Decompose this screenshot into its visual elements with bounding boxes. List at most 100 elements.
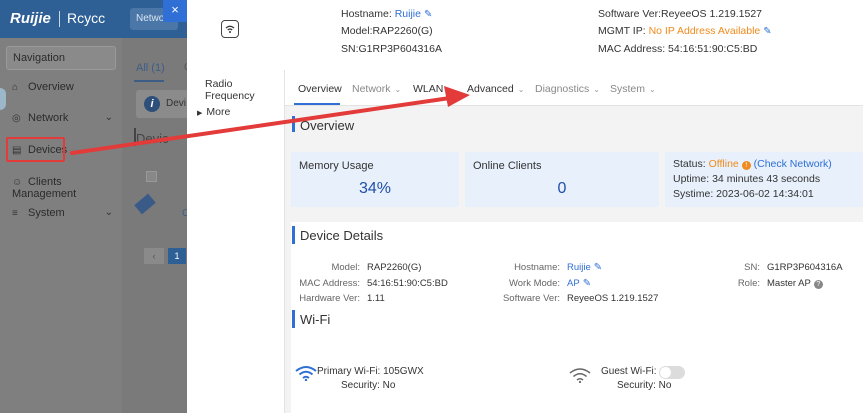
sidebar-item-label: Network xyxy=(28,112,69,124)
device-summary: Hostname: Ruijie ✎ Model:RAP2260(G) SN:G1… xyxy=(187,0,863,70)
ap-device-icon xyxy=(221,20,239,38)
chevron-down-icon: ⌄ xyxy=(447,85,455,94)
tab-network[interactable]: Network ⌄ xyxy=(352,83,401,95)
clients-card: Online Clients 0 xyxy=(465,152,659,207)
role-label: Role: xyxy=(737,278,760,289)
settings-icon: ≡ xyxy=(12,208,18,219)
globe-icon: ◎ xyxy=(12,113,21,124)
tab-label: Network xyxy=(352,83,391,95)
sidebar: Navigation ⌂ Overview ◎ Network ⌄ ▤ Devices… xyxy=(0,38,122,413)
primary-wifi-value: 105GWX xyxy=(383,366,424,377)
section-bar xyxy=(292,310,295,328)
row-checkbox[interactable] xyxy=(146,171,157,182)
software-text: Software Ver:ReyeeOS 1.219.1527 xyxy=(598,8,763,20)
device-details-panel: Device Details Model: RAP2260(G) MAC Add… xyxy=(291,222,863,413)
warning-icon: ! xyxy=(741,161,751,170)
wifi-icon xyxy=(295,365,317,384)
background-main: All (1) C i Devi Devic C ‹ 1 xyxy=(122,38,196,413)
tab-system[interactable]: System ⌄ xyxy=(610,83,656,95)
chevron-down-icon: ⌄ xyxy=(394,85,402,94)
model-text: Model:RAP2260(G) xyxy=(341,25,433,37)
sidebar-item-system[interactable]: ≡ System ⌄ xyxy=(12,207,117,225)
edit-icon[interactable]: ✎ xyxy=(594,262,602,273)
pager-prev-button[interactable]: ‹ xyxy=(144,248,164,264)
status-card: Status: Offline ! (Check Network) Uptime… xyxy=(665,152,863,207)
tab-label: Advanced xyxy=(467,83,514,95)
menu-more[interactable]: ▶ More xyxy=(197,106,230,118)
wifi-title: Wi-Fi xyxy=(300,312,331,327)
tab-label: WLAN xyxy=(413,83,444,95)
devices-highlight-box xyxy=(6,137,65,162)
sidebar-handle[interactable] xyxy=(0,88,6,110)
pager-page-1[interactable]: 1 xyxy=(168,248,186,264)
tab-wlan[interactable]: WLAN ⌄ xyxy=(413,83,454,95)
systime-text: Systime: 2023-06-02 14:34:01 xyxy=(673,188,814,200)
check-network-link[interactable]: (Check Network) xyxy=(754,158,832,170)
guest-security: Security: No xyxy=(617,380,672,391)
caret-right-icon: ▶ xyxy=(197,110,203,117)
active-tab-underline xyxy=(294,103,340,105)
overview-title: Overview xyxy=(300,118,355,133)
sn-detail-value: G1RP3P604316A xyxy=(767,262,843,273)
memory-card: Memory Usage 34% xyxy=(291,152,459,207)
workmode-value: AP xyxy=(567,278,580,289)
navigation-label: Navigation xyxy=(13,52,65,64)
guest-wifi-toggle[interactable] xyxy=(659,366,685,379)
memory-value: 34% xyxy=(358,180,392,197)
sidebar-item-clients[interactable]: ☺ Clients Management xyxy=(12,176,117,200)
hostname-label: Hostname: xyxy=(341,8,392,20)
workmode-link[interactable]: AP ✎ xyxy=(567,278,591,289)
tab-label: System xyxy=(610,83,646,95)
sidebar-item-label: Overview xyxy=(28,81,74,93)
hardware-label: Hardware Ver: xyxy=(299,293,360,304)
user-icon: ☺ xyxy=(12,177,23,188)
tab-advanced[interactable]: Advanced ⌄ xyxy=(467,83,524,95)
edit-icon[interactable]: ✎ xyxy=(583,278,591,289)
sidebar-item-overview[interactable]: ⌂ Overview xyxy=(12,81,117,99)
logo-separator xyxy=(59,11,60,27)
software-detail-label: Software Ver: xyxy=(502,293,560,304)
edit-icon[interactable]: ✎ xyxy=(424,9,432,20)
guest-wifi-icon xyxy=(569,367,591,386)
status-label: Status: xyxy=(673,158,706,170)
mac-value: 54:16:51:90:C5:BD xyxy=(367,278,448,289)
help-icon[interactable]: ? xyxy=(813,280,823,289)
model-label: Model: xyxy=(331,262,360,273)
menu-radio-frequency[interactable]: Radio Frequency xyxy=(205,78,284,102)
tab-overview[interactable]: Overview xyxy=(298,83,342,95)
mgmt-ip-label: MGMT IP: xyxy=(598,25,646,37)
primary-wifi-row: Primary Wi-Fi: 105GWX xyxy=(317,366,424,377)
drawer-left-menu: Radio Frequency ▶ More xyxy=(187,70,284,413)
navigation-box[interactable]: Navigation xyxy=(6,46,116,70)
workmode-label: Work Mode: xyxy=(508,278,560,289)
chevron-down-icon: ⌄ xyxy=(649,85,656,94)
mgmt-ip-row: MGMT IP: No IP Address Available ✎ xyxy=(598,25,772,37)
sn-detail-label: SN: xyxy=(744,262,760,273)
sn-text: SN:G1RP3P604316A xyxy=(341,43,442,55)
info-icon: i xyxy=(144,96,160,112)
hostname-row: Hostname: Ruijie ✎ xyxy=(341,8,432,20)
hostname-detail-value: Ruijie xyxy=(567,262,591,273)
edit-icon[interactable]: ✎ xyxy=(763,26,771,37)
device-details-title: Device Details xyxy=(300,228,384,243)
section-bar xyxy=(292,116,295,132)
mac-label: MAC Address: xyxy=(299,278,360,289)
hostname-link[interactable]: Ruijie xyxy=(395,8,421,20)
brand-logo: Ruijie xyxy=(10,10,51,27)
uptime-text: Uptime: 34 minutes 43 seconds xyxy=(673,173,821,185)
hostname-detail-label: Hostname: xyxy=(514,262,560,273)
menu-more-label: More xyxy=(206,106,231,118)
tab-diagnostics[interactable]: Diagnostics ⌄ xyxy=(535,83,600,95)
sidebar-item-network[interactable]: ◎ Network ⌄ xyxy=(12,112,117,130)
chevron-down-icon: ⌄ xyxy=(593,85,600,94)
chevron-down-icon: ⌄ xyxy=(104,207,113,218)
sidebar-item-label: System xyxy=(28,207,65,219)
chevron-down-icon: ⌄ xyxy=(104,112,113,123)
status-row: Status: Offline ! (Check Network) xyxy=(673,158,863,170)
primary-wifi-label: Primary Wi-Fi: xyxy=(317,366,381,377)
hostname-detail-link[interactable]: Ruijie ✎ xyxy=(567,262,602,273)
tab-all[interactable]: All (1) xyxy=(136,62,165,74)
clients-value: 0 xyxy=(557,180,567,197)
primary-security: Security: No xyxy=(341,380,396,391)
close-icon[interactable]: × xyxy=(163,0,187,22)
